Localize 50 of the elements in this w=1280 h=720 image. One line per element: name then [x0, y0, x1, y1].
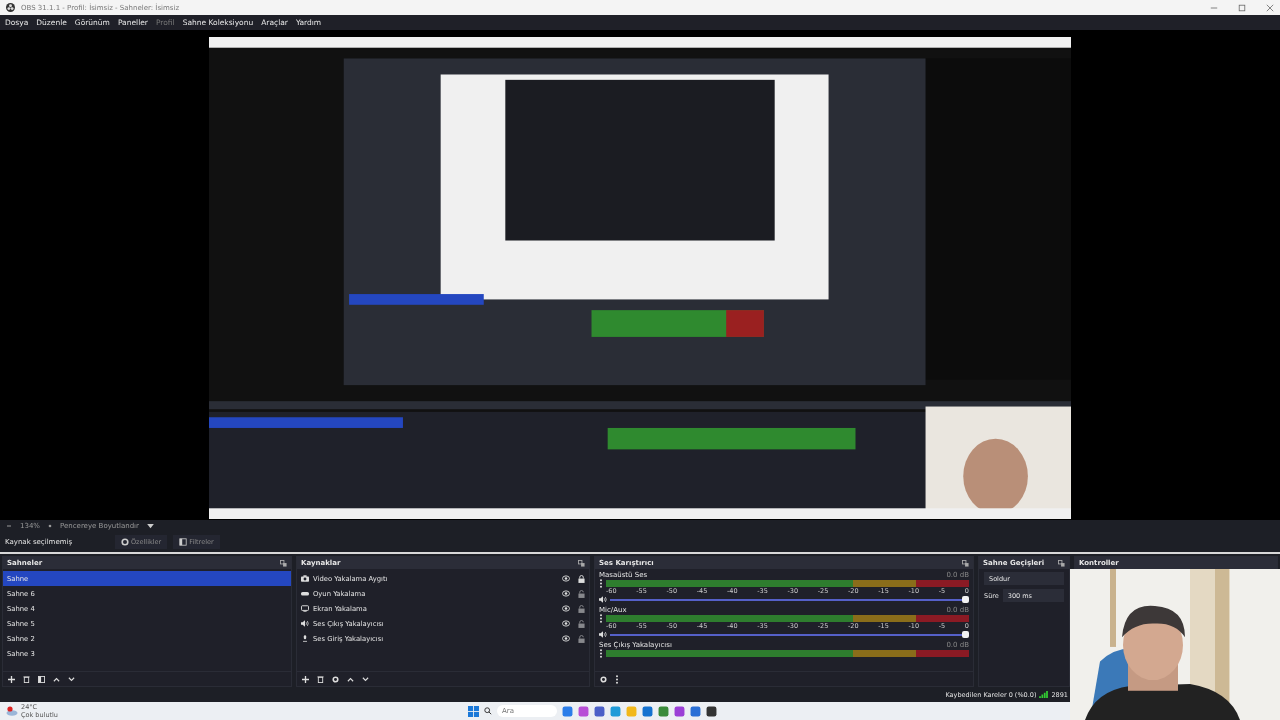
menu-dots-icon[interactable]: [599, 614, 603, 623]
trash-icon[interactable]: [23, 675, 30, 683]
speaker-icon: [301, 620, 309, 627]
gear-icon[interactable]: [332, 675, 339, 683]
menu-dots-icon[interactable]: [615, 674, 619, 684]
gamepad-icon: [301, 590, 309, 597]
app-icon[interactable]: [594, 705, 605, 717]
filter-icon[interactable]: [38, 675, 45, 683]
eye-icon[interactable]: [562, 590, 570, 597]
speaker-icon[interactable]: [599, 631, 607, 638]
slider-thumb[interactable]: [962, 631, 969, 638]
signal-icon: [1039, 691, 1049, 698]
slider-thumb[interactable]: [962, 596, 969, 603]
volume-slider[interactable]: [610, 631, 969, 638]
add-icon[interactable]: [8, 675, 15, 683]
camera-icon: [301, 575, 309, 582]
eye-icon[interactable]: [562, 605, 570, 612]
gear-icon: [121, 538, 129, 546]
add-icon[interactable]: [302, 675, 309, 683]
app-logo-icon: [6, 3, 15, 12]
undock-icon[interactable]: [962, 559, 969, 567]
undock-icon[interactable]: [1058, 559, 1065, 567]
eye-icon[interactable]: [562, 620, 570, 627]
down-icon[interactable]: [362, 675, 369, 683]
undock-icon[interactable]: [280, 559, 287, 567]
caret-icon[interactable]: [146, 523, 154, 529]
eye-icon[interactable]: [562, 635, 570, 642]
undock-icon[interactable]: [578, 559, 585, 567]
menu-dots-icon[interactable]: [599, 649, 603, 658]
start-icon[interactable]: [468, 705, 479, 717]
app-icon[interactable]: [706, 705, 717, 717]
eye-icon[interactable]: [562, 575, 570, 582]
down-icon[interactable]: [68, 675, 75, 683]
weather-icon[interactable]: [6, 706, 18, 716]
search-icon[interactable]: [484, 707, 492, 715]
maximize-icon[interactable]: [1238, 3, 1246, 12]
up-icon[interactable]: [347, 675, 354, 683]
gear-icon[interactable]: [600, 675, 607, 683]
speaker-icon[interactable]: [599, 596, 607, 603]
monitor-icon: [301, 605, 309, 612]
filter-icon: [179, 538, 188, 546]
close-icon[interactable]: [1266, 3, 1274, 12]
dot-icon: [48, 524, 52, 528]
menu-dots-icon[interactable]: [599, 579, 603, 588]
trash-icon[interactable]: [317, 675, 324, 683]
zoom-out-icon[interactable]: [6, 523, 12, 529]
volume-slider[interactable]: [610, 596, 969, 603]
lock-icon[interactable]: [578, 574, 585, 583]
up-icon[interactable]: [53, 675, 60, 683]
microphone-icon: [301, 635, 309, 642]
